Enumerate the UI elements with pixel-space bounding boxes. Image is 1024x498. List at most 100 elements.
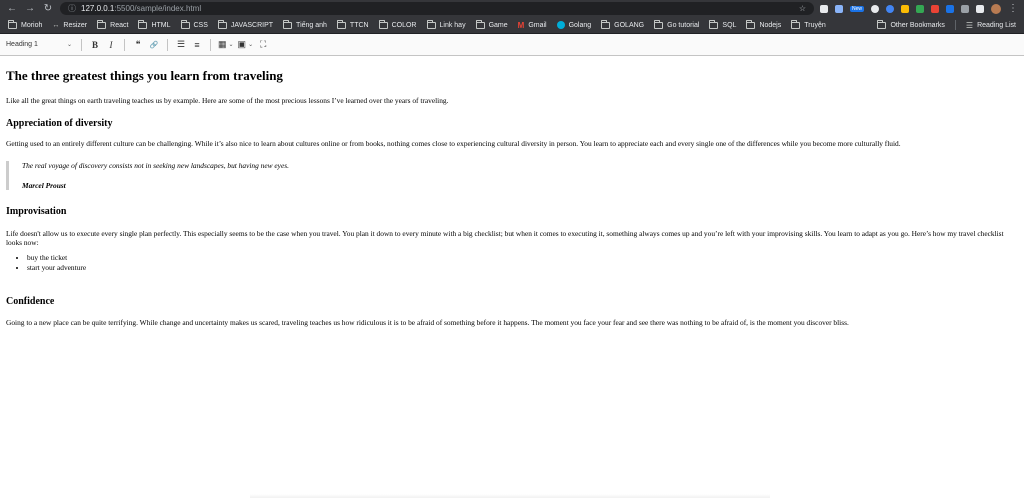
avatar[interactable]	[991, 3, 1001, 14]
list-item: start your adventure	[27, 263, 1018, 273]
extension-icon[interactable]	[961, 4, 969, 13]
reload-icon[interactable]: ↻	[42, 3, 54, 15]
bookmark-react[interactable]: React	[93, 19, 132, 29]
bookmark-label: Morioh	[21, 21, 43, 29]
toolbar-divider	[210, 38, 211, 51]
extension-icon[interactable]	[946, 4, 954, 13]
extension-icon[interactable]	[901, 4, 909, 13]
other-bookmarks-label: Other Bookmarks	[890, 21, 945, 29]
editor-toolbar: Heading 1 ⌄ B I ❝ 🔗 ☰ ≡ ▦ ⌄ ▣ ⌄ ⛶	[0, 34, 1024, 56]
bookmark-label: SQL	[722, 21, 737, 29]
extension-icon[interactable]	[886, 4, 894, 13]
puzzle-icon[interactable]	[976, 4, 984, 13]
bookmark-go-tutorial[interactable]: Go tutorial	[650, 19, 703, 29]
bookmark-label: JAVASCRIPT	[230, 21, 274, 29]
editor-content[interactable]: The three greatest things you learn from…	[0, 68, 1024, 327]
quote-author: Marcel Proust	[22, 181, 66, 190]
checklist: buy the ticket start your adventure	[27, 253, 1018, 272]
extension-icon[interactable]	[931, 4, 939, 13]
bookmark-label: Truyện	[804, 21, 826, 29]
bookmark-ti-ng-anh[interactable]: Tiếng anh	[279, 19, 331, 29]
bookmark-golang[interactable]: Golang	[553, 21, 596, 29]
bookmark-label: Gmail	[528, 21, 547, 29]
bookmark-label: Tiếng anh	[296, 21, 327, 29]
bookmarks-bar: Morioh ↔ Resizer React HTML CSS JAVASCRIPT Tiến…	[0, 17, 1024, 34]
article-intro: Like all the great things on earth trave…	[6, 96, 449, 105]
bookmark-game[interactable]: Game	[472, 19, 512, 29]
bookmark-sql[interactable]: SQL	[705, 19, 740, 29]
folder-icon	[746, 19, 756, 29]
bookmark-label: React	[110, 21, 129, 29]
bookmark-javascript[interactable]: JAVASCRIPT	[214, 19, 277, 29]
back-icon[interactable]: ←	[6, 3, 18, 15]
reading-list-icon: ☰	[965, 20, 974, 30]
bookmark-label: TTCN	[349, 21, 369, 29]
bold-button[interactable]: B	[89, 38, 101, 52]
toolbar-divider	[167, 38, 168, 51]
gmail-icon: M	[517, 20, 525, 30]
folder-icon	[791, 19, 801, 29]
blockquote-button[interactable]: ❝	[132, 38, 144, 52]
link-button[interactable]: 🔗	[148, 38, 160, 52]
bookmark-morioh[interactable]: Morioh	[4, 19, 46, 29]
numbered-list-button[interactable]: ≡	[191, 38, 203, 52]
bottom-shadow	[250, 494, 770, 498]
bookmark-golang[interactable]: GOLANG	[597, 19, 648, 29]
bookmark-html[interactable]: HTML	[134, 19, 174, 29]
bookmark-link-hay[interactable]: Link hay	[423, 19, 470, 29]
bookmark-label: COLOR	[391, 21, 417, 29]
extension-icon[interactable]	[819, 4, 828, 13]
folder-icon	[601, 19, 611, 29]
bookmark-label: Resizer	[63, 21, 88, 29]
bookmark-label: Link hay	[439, 21, 466, 29]
italic-button[interactable]: I	[105, 38, 117, 52]
other-bookmarks[interactable]: Other Bookmarks	[873, 19, 948, 29]
bookmark-gmail[interactable]: M Gmail	[514, 21, 551, 30]
bookmark-css[interactable]: CSS	[177, 19, 212, 29]
reading-list-label: Reading List	[977, 21, 1016, 29]
bookmark-nodejs[interactable]: Nodejs	[742, 19, 785, 29]
info-icon[interactable]: ⓘ	[68, 3, 76, 14]
folder-icon	[426, 19, 436, 29]
section-heading-diversity: Appreciation of diversity	[6, 118, 113, 129]
golang-icon	[556, 21, 565, 29]
list-item: buy the ticket	[27, 253, 1018, 263]
folder-icon	[283, 19, 293, 29]
folder-icon	[654, 19, 664, 29]
insert-table-button[interactable]: ▦ ⌄	[218, 38, 234, 52]
chevron-down-icon: ⌄	[248, 42, 254, 48]
heading-dropdown-value: Heading 1	[6, 41, 38, 48]
insert-image-button[interactable]: ▣ ⌄	[238, 38, 254, 52]
bookmark-truy-n[interactable]: Truyện	[787, 19, 830, 29]
forward-icon[interactable]: →	[24, 3, 36, 15]
extension-icon[interactable]	[871, 4, 879, 13]
quote-text: The real voyage of discovery consists no…	[22, 161, 289, 170]
fullscreen-button[interactable]: ⛶	[257, 38, 269, 52]
article-title: The three greatest things you learn from…	[6, 68, 283, 83]
bookmark-color[interactable]: COLOR	[375, 19, 421, 29]
image-icon: ▣	[237, 39, 247, 49]
folder-icon	[97, 19, 107, 29]
table-icon: ▦	[218, 39, 227, 49]
resizer-icon: ↔	[52, 21, 60, 29]
section-body-diversity: Getting used to an entirely different cu…	[6, 139, 901, 148]
folder-icon	[709, 19, 719, 29]
bookmark-label: CSS	[193, 21, 208, 29]
bookmark-resizer[interactable]: ↔ Resizer	[48, 22, 91, 29]
reading-list[interactable]: ☰ Reading List	[962, 21, 1020, 30]
chevron-down-icon: ⌄	[66, 42, 72, 48]
menu-icon[interactable]: ⋮	[1008, 3, 1018, 14]
new-badge[interactable]: New	[849, 5, 864, 12]
extensions-area: New ⋮	[819, 3, 1018, 14]
heading-dropdown[interactable]: Heading 1 ⌄	[6, 41, 74, 48]
toolbar-divider	[124, 38, 125, 51]
extension-icon[interactable]	[834, 4, 843, 13]
extension-icon[interactable]	[916, 4, 924, 13]
folder-icon	[378, 19, 388, 29]
bookmark-label: HTML	[151, 21, 171, 29]
bulleted-list-button[interactable]: ☰	[175, 38, 187, 52]
bookmark-label: Golang	[568, 21, 592, 29]
star-icon[interactable]: ☆	[799, 4, 806, 13]
bookmark-ttcn[interactable]: TTCN	[333, 19, 373, 29]
url-field[interactable]: ⓘ 127.0.0.1:5500/sample/index.html ☆	[60, 2, 814, 15]
